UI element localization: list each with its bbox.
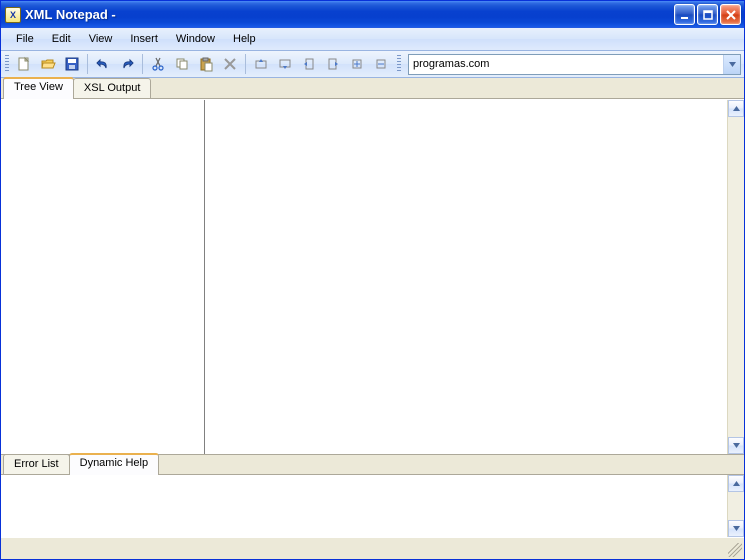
- bottom-tab-strip: Error List Dynamic Help: [1, 454, 744, 475]
- nudge-right-icon: [325, 56, 341, 72]
- tab-error-list[interactable]: Error List: [3, 454, 70, 474]
- close-button[interactable]: [720, 4, 741, 25]
- copy-icon: [174, 56, 190, 72]
- nudge-left-icon: [301, 56, 317, 72]
- open-folder-icon: [40, 56, 56, 72]
- redo-icon: [119, 56, 135, 72]
- tab-tree-view[interactable]: Tree View: [3, 77, 74, 98]
- menu-edit[interactable]: Edit: [43, 30, 80, 48]
- window-title: XML Notepad -: [25, 7, 116, 22]
- nudge-down-icon: [277, 56, 293, 72]
- status-bar: [1, 537, 744, 559]
- chevron-down-icon: [733, 526, 740, 531]
- menu-window[interactable]: Window: [167, 30, 224, 48]
- toolbar-grip[interactable]: [397, 55, 401, 73]
- scroll-track[interactable]: [728, 492, 744, 520]
- cut-button[interactable]: [147, 53, 169, 75]
- nudge-down-button[interactable]: [274, 53, 296, 75]
- nudge-left-button[interactable]: [298, 53, 320, 75]
- content-pane: [205, 100, 744, 454]
- nudge-right-button[interactable]: [322, 53, 344, 75]
- chevron-down-icon: [729, 62, 736, 67]
- maximize-icon: [702, 9, 714, 21]
- resize-grip[interactable]: [728, 543, 742, 557]
- toolbar-separator: [245, 54, 246, 74]
- paste-button[interactable]: [195, 53, 217, 75]
- toolbar: [1, 51, 744, 78]
- tab-label: Error List: [14, 458, 59, 470]
- save-icon: [64, 56, 80, 72]
- collapse-icon: [373, 56, 389, 72]
- delete-icon: [222, 56, 238, 72]
- bottom-panel: [1, 475, 744, 537]
- menu-insert[interactable]: Insert: [121, 30, 167, 48]
- top-tab-strip: Tree View XSL Output: [1, 78, 744, 99]
- title-bar[interactable]: X XML Notepad -: [1, 1, 744, 28]
- scroll-down-button[interactable]: [728, 520, 744, 537]
- collapse-button[interactable]: [370, 53, 392, 75]
- tree-pane[interactable]: [1, 100, 205, 454]
- scroll-up-button[interactable]: [728, 100, 744, 117]
- menu-file[interactable]: File: [7, 30, 43, 48]
- main-area: [1, 99, 744, 454]
- help-scrollbar[interactable]: [727, 475, 744, 537]
- chevron-up-icon: [733, 106, 740, 111]
- new-button[interactable]: [13, 53, 35, 75]
- new-file-icon: [16, 56, 32, 72]
- scroll-up-button[interactable]: [728, 475, 744, 492]
- copy-button[interactable]: [171, 53, 193, 75]
- open-button[interactable]: [37, 53, 59, 75]
- delete-button[interactable]: [219, 53, 241, 75]
- expand-button[interactable]: [346, 53, 368, 75]
- address-dropdown-button[interactable]: [723, 55, 740, 74]
- menu-bar: File Edit View Insert Window Help: [1, 28, 744, 51]
- nudge-up-icon: [253, 56, 269, 72]
- address-input[interactable]: [409, 55, 723, 74]
- tab-label: Dynamic Help: [80, 457, 148, 469]
- scroll-track[interactable]: [728, 117, 744, 437]
- close-icon: [725, 9, 737, 21]
- scroll-down-button[interactable]: [728, 437, 744, 454]
- toolbar-separator: [87, 54, 88, 74]
- menu-help[interactable]: Help: [224, 30, 265, 48]
- app-window: X XML Notepad - File Edit View Insert Wi…: [0, 0, 745, 560]
- toolbar-grip[interactable]: [5, 55, 9, 73]
- content-scrollbar[interactable]: [727, 100, 744, 454]
- tab-label: XSL Output: [84, 82, 140, 94]
- menu-view[interactable]: View: [80, 30, 122, 48]
- app-icon: X: [5, 7, 21, 23]
- tab-label: Tree View: [14, 81, 63, 93]
- content-inner[interactable]: [205, 100, 727, 454]
- minimize-button[interactable]: [674, 4, 695, 25]
- dynamic-help-content[interactable]: [1, 475, 727, 537]
- maximize-button[interactable]: [697, 4, 718, 25]
- toolbar-separator: [142, 54, 143, 74]
- minimize-icon: [679, 9, 691, 21]
- tab-dynamic-help[interactable]: Dynamic Help: [69, 453, 159, 474]
- chevron-down-icon: [733, 443, 740, 448]
- address-combo[interactable]: [408, 54, 741, 75]
- redo-button[interactable]: [116, 53, 138, 75]
- paste-icon: [198, 56, 214, 72]
- save-button[interactable]: [61, 53, 83, 75]
- cut-icon: [150, 56, 166, 72]
- undo-icon: [95, 56, 111, 72]
- chevron-up-icon: [733, 481, 740, 486]
- nudge-up-button[interactable]: [250, 53, 272, 75]
- tab-xsl-output[interactable]: XSL Output: [73, 78, 151, 98]
- expand-icon: [349, 56, 365, 72]
- undo-button[interactable]: [92, 53, 114, 75]
